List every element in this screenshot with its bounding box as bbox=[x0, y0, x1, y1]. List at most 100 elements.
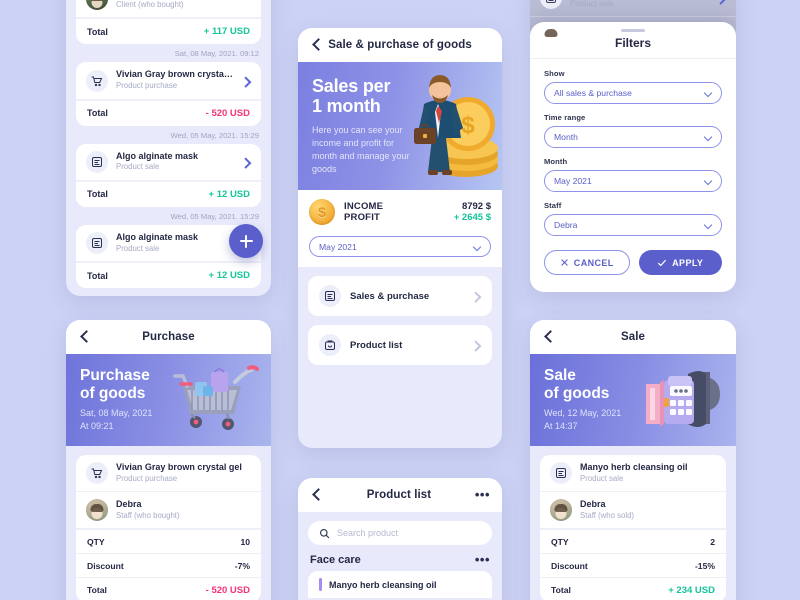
check-icon bbox=[658, 259, 667, 266]
field-label: Show bbox=[544, 69, 565, 78]
back-icon[interactable] bbox=[78, 330, 92, 344]
month-select-value: May 2021 bbox=[554, 176, 592, 186]
total-row: Total + 117 USD bbox=[76, 18, 261, 44]
cancel-button[interactable]: CANCEL bbox=[544, 250, 630, 275]
total-label: Total bbox=[87, 108, 108, 119]
product-text: Algo alginate mask Product sale bbox=[116, 151, 233, 173]
chevron-right-icon[interactable] bbox=[241, 157, 251, 167]
hero-copy: Sales per 1 month Here you can see your … bbox=[298, 62, 416, 176]
hero-copy: Purchase of goods Sat, 08 May, 2021 At 0… bbox=[66, 354, 178, 433]
search-icon bbox=[320, 528, 330, 538]
overview-topbar: Sale & purchase of goods bbox=[298, 28, 502, 62]
back-icon[interactable] bbox=[310, 488, 324, 502]
page-title: Product list bbox=[366, 489, 432, 501]
list-item[interactable]: Manyo herb cleansing oil bbox=[308, 571, 492, 598]
screenshot-root: Manyo herb cleansing oil Product sale Ma… bbox=[0, 0, 800, 600]
page-title: Sale & purchase of goods bbox=[328, 39, 472, 51]
qty-value: 2 bbox=[710, 536, 715, 547]
chevron-down-icon bbox=[473, 243, 481, 251]
category-color-bar bbox=[319, 578, 322, 591]
product-row[interactable]: Vivian Gray brown crystal gel Product pu… bbox=[76, 455, 261, 493]
field-label: Staff bbox=[544, 201, 562, 210]
avatar bbox=[86, 0, 108, 11]
total-row: Total + 12 USD bbox=[76, 180, 261, 207]
chevron-down-icon bbox=[704, 177, 712, 185]
product-kind: Product sale bbox=[116, 162, 160, 172]
shopping-cart-illustration bbox=[165, 360, 269, 440]
bag-icon bbox=[319, 334, 341, 356]
product-row[interactable]: Algo alginate mask Product sale bbox=[76, 144, 261, 181]
filters-actions: CANCEL APPLY bbox=[544, 250, 722, 275]
section-more-icon[interactable]: ••• bbox=[474, 553, 490, 566]
more-options-icon[interactable]: ••• bbox=[474, 488, 490, 501]
discount-label: Discount bbox=[87, 560, 124, 571]
transaction-card[interactable]: Algo alginate mask Product sale Total + … bbox=[76, 143, 261, 207]
total-amount: - 520 USD bbox=[205, 584, 250, 596]
person-text: Debra Staff (who bought) bbox=[116, 499, 251, 521]
hero-time: At 09:21 bbox=[80, 420, 114, 431]
product-row[interactable]: Manyo herb cleansing oil Product sale bbox=[540, 455, 726, 493]
add-transaction-fab[interactable] bbox=[229, 224, 263, 258]
qty-row: QTY 10 bbox=[76, 529, 261, 553]
transaction-card[interactable]: Manyo herb cleansing oil Product sale Ma… bbox=[76, 0, 261, 45]
total-amount: + 12 USD bbox=[208, 188, 250, 200]
search-input[interactable]: Search product bbox=[308, 521, 492, 545]
hero-line2: of goods bbox=[544, 384, 610, 402]
person-name: Debra bbox=[580, 499, 606, 510]
cash-register-illustration bbox=[630, 360, 734, 440]
product-name: Algo alginate mask bbox=[116, 150, 199, 161]
person-row[interactable]: Debra Staff (who sold) bbox=[540, 492, 726, 530]
menu-item-product-list[interactable]: Product list bbox=[308, 325, 492, 365]
filters-panel: Manyo herb cleansing oil Product sale Ma… bbox=[530, 0, 736, 292]
section-title: Face care bbox=[310, 554, 361, 566]
back-icon[interactable] bbox=[310, 38, 324, 52]
qty-label: QTY bbox=[551, 536, 569, 547]
product-row[interactable]: Vivian Gray brown crystal gel Product pu… bbox=[76, 62, 261, 100]
product-list-topbar: Product list ••• bbox=[298, 478, 502, 512]
qty-row: QTY 2 bbox=[540, 529, 726, 553]
chevron-down-icon bbox=[704, 133, 712, 141]
staff-select-value: Debra bbox=[554, 220, 578, 230]
purchase-detail-card: Vivian Gray brown crystal gel Product pu… bbox=[76, 455, 261, 600]
apply-button[interactable]: APPLY bbox=[638, 250, 722, 275]
person-text: Debra Staff (who sold) bbox=[580, 499, 716, 521]
qty-value: 10 bbox=[240, 536, 250, 547]
filter-field-show: Show All sales & purchase bbox=[544, 69, 722, 104]
staff-select[interactable]: Debra bbox=[544, 214, 722, 236]
cart-icon bbox=[86, 69, 108, 92]
hero-heading-line2: 1 month bbox=[312, 96, 381, 117]
svg-text:$: $ bbox=[461, 112, 475, 139]
chevron-right-icon[interactable] bbox=[241, 76, 251, 86]
sale-hero: Sale of goods Wed, 12 May, 2021 At 14:37 bbox=[530, 354, 736, 446]
discount-value: -15% bbox=[694, 560, 715, 571]
product-kind: Product purchase bbox=[116, 473, 178, 483]
person-row[interactable]: Debra Staff (who bought) bbox=[76, 492, 261, 530]
timestamp: Sat, 08 May, 2021. 09:12 bbox=[174, 49, 259, 59]
field-label: Time range bbox=[544, 113, 586, 122]
page-title: Purchase bbox=[142, 331, 195, 343]
filter-field-month: Month May 2021 bbox=[544, 157, 722, 192]
page-title: Sale bbox=[620, 331, 646, 343]
kpi-summary: $ INCOME 8792 $ PROFIT + 2645 $ bbox=[298, 190, 502, 234]
chevron-right-icon bbox=[471, 291, 481, 301]
person-role: Staff (who bought) bbox=[116, 510, 180, 520]
product-kind: Product purchase bbox=[116, 81, 178, 91]
show-select[interactable]: All sales & purchase bbox=[544, 82, 722, 104]
back-icon[interactable] bbox=[542, 330, 556, 344]
menu-item-sales-purchase[interactable]: Sales & purchase bbox=[308, 276, 492, 316]
product-text: Vivian Gray brown crystal gel Product pu… bbox=[116, 69, 233, 91]
chevron-down-icon bbox=[704, 89, 712, 97]
filter-field-staff: Staff Debra bbox=[544, 201, 722, 236]
receipt-icon bbox=[319, 285, 341, 307]
total-label: Total bbox=[87, 189, 108, 200]
person-text: Martha Grand Client (who bought) bbox=[116, 0, 251, 10]
timestamp: Wed, 05 May, 2021. 15:29 bbox=[170, 211, 259, 221]
total-amount: - 520 USD bbox=[205, 107, 250, 119]
receipt-icon bbox=[540, 0, 562, 10]
month-select[interactable]: May 2021 bbox=[309, 236, 491, 257]
chevron-down-icon bbox=[704, 221, 712, 229]
month-select[interactable]: May 2021 bbox=[544, 170, 722, 192]
transaction-card[interactable]: Vivian Gray brown crystal gel Product pu… bbox=[76, 62, 261, 126]
time-range-select[interactable]: Month bbox=[544, 126, 722, 148]
person-row[interactable]: Martha Grand Client (who bought) bbox=[76, 0, 261, 19]
